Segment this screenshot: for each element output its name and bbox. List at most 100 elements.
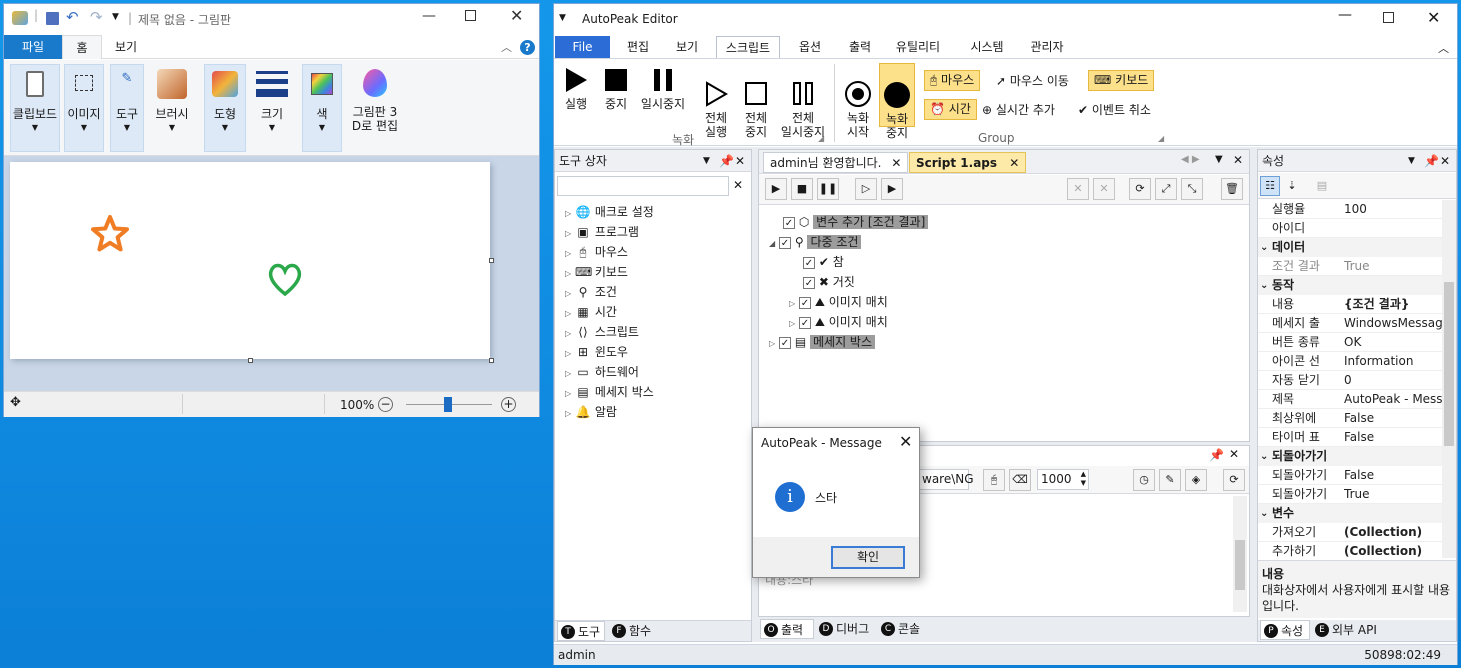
menu-output[interactable]: 출력	[838, 36, 882, 58]
tab-tools[interactable]: T 도구	[557, 621, 605, 641]
tab-external-api[interactable]: E 외부 API	[1312, 620, 1382, 640]
node-checkbox[interactable]: ✓	[778, 236, 791, 249]
sort-az-icon[interactable]: ⇣	[1282, 176, 1302, 196]
save-icon[interactable]	[46, 12, 59, 25]
resize-handle-corner[interactable]	[489, 358, 494, 363]
fill-icon[interactable]: ◈	[1185, 469, 1207, 491]
refresh-icon[interactable]: ⟳	[1129, 178, 1151, 200]
brush-icon[interactable]: ✎	[1159, 469, 1181, 491]
pause-button[interactable]: 일시중지	[638, 66, 688, 111]
tab-file[interactable]: 파일	[4, 35, 62, 59]
menu-file[interactable]: File	[555, 36, 610, 58]
tab-functions[interactable]: F 함수	[609, 621, 657, 641]
property-value[interactable]: 0	[1344, 371, 1442, 390]
toolbox-item[interactable]: ▷ ⌨ 키보드	[565, 262, 628, 282]
collapse-arrow-icon[interactable]: ⌄	[1260, 276, 1268, 295]
close-tab-icon[interactable]: ✕	[891, 156, 901, 170]
collapse-arrow-icon[interactable]: ⌄	[1260, 238, 1268, 257]
node-checkbox[interactable]: ✓	[798, 316, 811, 329]
property-row[interactable]: 타이머 표 False	[1258, 428, 1442, 447]
group-tools[interactable]: ✎ 도구 ▼	[110, 64, 144, 152]
menu-system[interactable]: 시스템	[962, 36, 1012, 58]
time-toggle[interactable]: ⏰ 시간	[924, 99, 977, 120]
menu-admin[interactable]: 관리자	[1022, 36, 1072, 58]
clock-icon[interactable]: ◷	[1133, 469, 1155, 491]
property-row[interactable]: 제목 AutoPeak - Message	[1258, 390, 1442, 409]
property-category[interactable]: ⌄ 변수	[1258, 504, 1442, 523]
property-category[interactable]: ⌄ 동작	[1258, 276, 1442, 295]
property-category[interactable]: ⌄ 되돌아가기	[1258, 447, 1442, 466]
resize-handle-bottom[interactable]	[248, 358, 253, 363]
refresh-icon[interactable]: ⟳	[1223, 469, 1245, 491]
step-icon[interactable]: ▷	[855, 178, 877, 200]
ok-button[interactable]: 확인	[831, 546, 905, 569]
node-checkbox[interactable]: ✓	[803, 256, 815, 269]
scrollbar-thumb[interactable]	[1235, 540, 1245, 590]
mouse-trace-icon[interactable]: 🖰	[983, 469, 1005, 491]
expand-arrow-icon[interactable]: ▷	[565, 229, 571, 238]
run-all-button[interactable]: 전체 실행	[700, 66, 732, 153]
expand-arrow-icon[interactable]: ◢	[769, 239, 775, 248]
script-node[interactable]: ◢ ✓ ⚲ 다중 조건	[769, 232, 862, 252]
collapse-arrow-icon[interactable]: ⌄	[1260, 504, 1268, 523]
expand-arrow-icon[interactable]: ▷	[565, 209, 571, 218]
script-node[interactable]: ▷ ✓ ⛰ 이미지 매치	[789, 312, 888, 332]
toolbox-item[interactable]: ▷ ▤ 메세지 박스	[565, 382, 654, 402]
node-checkbox[interactable]: ✓	[783, 216, 795, 229]
paint-canvas[interactable]	[10, 162, 490, 359]
dropdown-icon[interactable]: ▼	[1408, 150, 1415, 172]
zoom-out-button[interactable]: −	[378, 397, 393, 412]
property-row[interactable]: 아이디	[1258, 219, 1442, 238]
qat-dropdown-icon[interactable]: ▼	[112, 12, 119, 22]
property-value[interactable]: True	[1344, 485, 1442, 504]
collapse-arrow-icon[interactable]: ⌄	[1260, 447, 1268, 466]
property-value[interactable]: True	[1344, 257, 1442, 276]
node-checkbox[interactable]: ✓	[803, 276, 815, 289]
tab-properties[interactable]: P 속성	[1260, 620, 1310, 640]
property-row[interactable]: 되돌아가기 False	[1258, 466, 1442, 485]
undo-icon[interactable]: ↶	[66, 8, 79, 26]
tab-welcome[interactable]: admin님 환영합니다. ✕	[763, 152, 909, 173]
expand-arrow-icon[interactable]: ▷	[565, 249, 571, 258]
pause-icon[interactable]: ❚❚	[817, 178, 839, 200]
zoom-slider-thumb[interactable]	[444, 397, 452, 412]
group-expand-icon[interactable]: ◢	[818, 134, 824, 143]
expand-arrow-icon[interactable]: ▷	[565, 329, 571, 338]
menu-options[interactable]: 옵션	[786, 36, 834, 58]
resize-handle-right[interactable]	[489, 258, 494, 263]
property-row[interactable]: 최상위에 False	[1258, 409, 1442, 428]
dialog-close-button[interactable]: ✕	[899, 432, 912, 451]
property-value[interactable]: (Collection)	[1344, 523, 1442, 542]
property-value[interactable]: Information	[1344, 352, 1442, 371]
close-button[interactable]: ✕	[510, 6, 523, 25]
menu-utility[interactable]: 유틸리티	[888, 36, 948, 58]
toolbox-item[interactable]: ▷ ▣ 프로그램	[565, 222, 639, 242]
system-menu-icon[interactable]: ▼	[559, 13, 566, 23]
property-value[interactable]: 100	[1344, 200, 1442, 219]
expand-arrow-icon[interactable]: ▷	[565, 309, 571, 318]
maximize-button[interactable]	[465, 10, 476, 21]
pin-icon[interactable]: 📌	[1424, 150, 1439, 172]
record-start-button[interactable]: 녹화 시작	[842, 66, 874, 153]
expand-arrow-icon[interactable]: ▷	[769, 339, 775, 348]
collapse-icon[interactable]: ⤡	[1181, 178, 1203, 200]
property-value[interactable]: {조건 결과}	[1344, 295, 1442, 314]
toolbox-item[interactable]: ▷ 🖰 마우스	[565, 242, 628, 262]
group-brushes[interactable]: 브러시 ▼	[150, 64, 194, 152]
expand-arrow-icon[interactable]: ▷	[565, 289, 571, 298]
property-value[interactable]: (Collection)	[1344, 542, 1442, 558]
property-row[interactable]: 메세지 출 WindowsMessage	[1258, 314, 1442, 333]
delete-icon[interactable]: ✕	[1067, 178, 1089, 200]
group-size[interactable]: 크기 ▼	[250, 64, 294, 152]
tab-script1[interactable]: Script 1.aps ✕	[909, 152, 1027, 173]
cancel-event-toggle[interactable]: ✔ 이벤트 취소	[1078, 101, 1151, 120]
expand-arrow-icon[interactable]: ▷	[565, 269, 571, 278]
toolbox-item[interactable]: ▷ ⚲ 조건	[565, 282, 617, 302]
expand-arrow-icon[interactable]: ▷	[565, 369, 571, 378]
group-colors[interactable]: 색 ▼	[302, 64, 342, 152]
property-value[interactable]: False	[1344, 428, 1442, 447]
property-category[interactable]: ⌄ 데이터	[1258, 238, 1442, 257]
expand-arrow-icon[interactable]: ▷	[565, 389, 571, 398]
property-row[interactable]: 되돌아가기 True	[1258, 485, 1442, 504]
tab-output[interactable]: O 출력	[760, 619, 814, 639]
